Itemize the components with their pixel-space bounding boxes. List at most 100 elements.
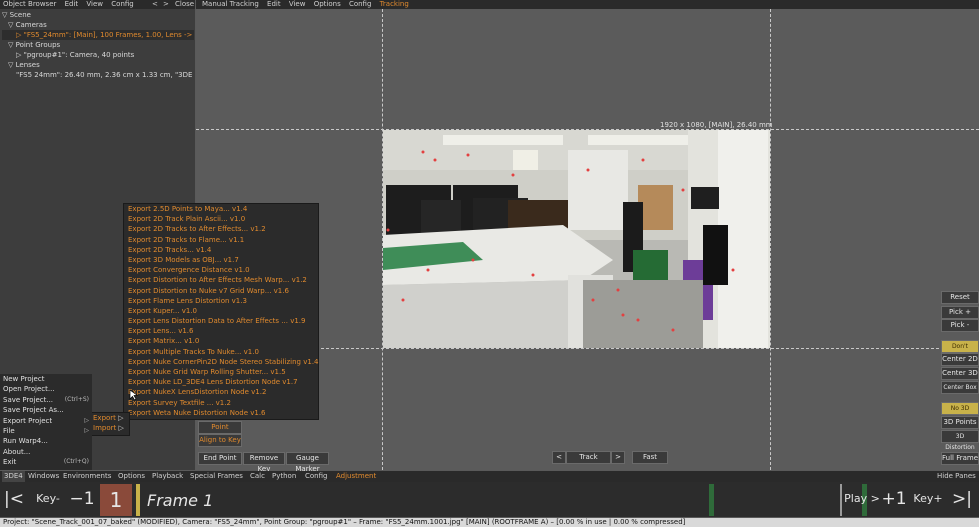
menu-options[interactable]: Options xyxy=(314,0,341,8)
export-menu-item[interactable]: Export 2D Tracks to Flame... v1.1 xyxy=(124,235,318,245)
file-menu-item[interactable]: File ▷ xyxy=(0,426,92,436)
center-3d-button[interactable]: Center 3D xyxy=(941,367,979,380)
export-menu-item[interactable]: Export 2.5D Points to Maya... v1.4 xyxy=(124,204,318,214)
tree-item[interactable]: ▽ Scene xyxy=(2,10,194,20)
main-menu-item[interactable]: Windows xyxy=(28,471,59,482)
file-menu-item-label: Open Project... xyxy=(3,385,55,394)
file-menu-shortcut: (Ctrl+Q) xyxy=(63,458,89,466)
export-menu-item[interactable]: Export Convergence Distance v1.0 xyxy=(124,265,318,275)
pick-plus-button[interactable]: Pick + xyxy=(941,306,979,319)
key-prev-button[interactable]: Key- xyxy=(32,487,64,511)
3d-points-button[interactable]: 3D Points xyxy=(941,416,979,429)
image-info: 1920 x 1080, [MAIN], 26.40 mm xyxy=(660,121,773,129)
file-menu-item[interactable]: Save Project... (Ctrl+S) xyxy=(0,395,92,405)
export-menu-item[interactable]: Export Nuke CornerPin2D Node Stereo Stab… xyxy=(124,357,319,367)
main-menu-item[interactable]: Options xyxy=(118,471,145,482)
track-backward-button[interactable]: < xyxy=(552,451,566,464)
export-menu-item[interactable]: Export Weta Nuke Distortion Node v1.6 xyxy=(124,408,318,418)
main-menu-item[interactable]: Special Frames xyxy=(190,471,243,482)
point-defaults-button[interactable]: Point Defaults xyxy=(198,421,242,442)
tree-item[interactable]: ▽ Lenses xyxy=(2,60,194,70)
export-menu-item[interactable]: Export Lens... v1.6 xyxy=(124,326,318,336)
close-button[interactable]: Close xyxy=(175,0,194,9)
scene-tree: ▽ Scene ▽ Cameras ▷ "FS5_24mm": [Main], 10… xyxy=(2,10,194,80)
export-menu-item[interactable]: Export Matrix... v1.0 xyxy=(124,336,318,346)
tree-item[interactable]: "FS5 24mm": 26.40 mm, 2.36 cm x 1.33 cm,… xyxy=(2,70,194,80)
3d-distortion-button[interactable]: 3D Distortion xyxy=(941,430,979,451)
file-menu-item[interactable]: Run Warp4... xyxy=(0,436,92,446)
tree-item[interactable]: ▽ Point Groups xyxy=(2,40,194,50)
main-menu-item[interactable]: Environments xyxy=(63,471,111,482)
tree-item[interactable]: ▽ Cameras xyxy=(2,20,194,30)
menu-tracking[interactable]: Tracking xyxy=(380,0,409,8)
main-menu-item[interactable]: Config xyxy=(305,471,327,482)
step-back-button[interactable]: −1 xyxy=(68,487,96,511)
track-button[interactable]: Track xyxy=(566,451,611,464)
main-menu-item[interactable]: Calc xyxy=(250,471,265,482)
menu-config[interactable]: Config xyxy=(111,0,133,8)
menu-view[interactable]: View xyxy=(289,0,306,8)
export-menu-item[interactable]: Export Nuke Grid Warp Rolling Shutter...… xyxy=(124,367,318,377)
center-box-button[interactable]: Center Box xyxy=(941,381,979,394)
current-frame-field[interactable]: 1 xyxy=(100,484,132,516)
step-forward-button[interactable]: +1 xyxy=(880,487,908,511)
play-button[interactable]: Play > xyxy=(844,487,880,511)
key-next-button[interactable]: Key+ xyxy=(912,487,944,511)
export-menu-item[interactable]: Export Survey Textfile ... v1.2 xyxy=(124,398,318,408)
reset-button[interactable]: Reset xyxy=(941,291,979,304)
center-2d-button[interactable]: Center 2D xyxy=(941,353,979,366)
track-forward-button[interactable]: > xyxy=(611,451,625,464)
nav-back-button[interactable]: < xyxy=(152,0,158,9)
file-menu-item[interactable]: Open Project... xyxy=(0,384,92,394)
export-menu-item[interactable]: Export 2D Tracks to After Effects... v1.… xyxy=(124,224,318,234)
fast-button[interactable]: Fast xyxy=(632,451,668,464)
export-menu-item[interactable]: Export Flame Lens Distortion v1.3 xyxy=(124,296,318,306)
tree-item[interactable]: ▷ "pgroup#1": Camera, 40 points xyxy=(2,50,194,60)
nav-forward-button[interactable]: > xyxy=(163,0,169,9)
mouse-cursor-icon xyxy=(129,389,139,401)
frame-marker xyxy=(136,484,140,516)
menu-object-browser[interactable]: Object Browser xyxy=(3,0,56,8)
export-menu-item[interactable]: Export NukeX LensDistortion Node v1.2 xyxy=(124,387,318,397)
export-menu-item[interactable]: Export Lens Distortion Data to After Eff… xyxy=(124,316,318,326)
export-menu-item[interactable]: Export Distortion to After Effects Mesh … xyxy=(124,275,318,285)
menu-item-export[interactable]: Export ▷ xyxy=(89,413,129,423)
export-menu-item[interactable]: Export Multiple Tracks To Nuke... v1.0 xyxy=(124,347,318,357)
menu-edit[interactable]: Edit xyxy=(267,0,281,8)
full-frame-button[interactable]: Full Frame xyxy=(941,452,979,465)
main-menu-item[interactable]: Python xyxy=(272,471,296,482)
gauge-marker-button[interactable]: Gauge Marker xyxy=(286,452,329,473)
export-menu-item[interactable]: Export 2D Track Plain Ascii... v1.0 xyxy=(124,214,318,224)
menu-edit[interactable]: Edit xyxy=(65,0,79,8)
hide-panes-button[interactable]: Hide Panes xyxy=(937,471,976,482)
menu-adjustment[interactable]: Adjustment xyxy=(336,471,376,482)
end-point-button[interactable]: End Point xyxy=(198,452,242,465)
pick-minus-button[interactable]: Pick - xyxy=(941,319,979,332)
file-menu-item-label: Save Project... xyxy=(3,395,54,404)
export-menu-item[interactable]: Export 2D Tracks... v1.4 xyxy=(124,245,318,255)
first-frame-button[interactable]: |< xyxy=(4,487,24,511)
file-menu-item[interactable]: Save Project As... xyxy=(0,405,92,415)
main-menu-item[interactable]: Playback xyxy=(152,471,183,482)
no-3d-points-button[interactable]: No 3D Points xyxy=(941,402,979,423)
file-menu-item[interactable]: Exit (Ctrl+Q) xyxy=(0,457,92,467)
menu-config[interactable]: Config xyxy=(349,0,371,8)
tree-item[interactable]: ▷ "FS5_24mm": [Main], 100 Frames, 1.00, … xyxy=(2,30,194,40)
export-menu-item[interactable]: Export Nuke LD_3DE4 Lens Distortion Node… xyxy=(124,377,318,387)
main-menu-item[interactable]: 3DE4 xyxy=(2,471,25,482)
menu-manual-tracking[interactable]: Manual Tracking xyxy=(202,0,259,8)
dont-center-button[interactable]: Don't Center xyxy=(941,340,979,361)
export-menu-item[interactable]: Export 3D Models as OBJ... v1.7 xyxy=(124,255,318,265)
export-menu-item[interactable]: Export Distortion to Nuke v7 Grid Warp..… xyxy=(124,286,318,296)
file-menu-item[interactable]: About... xyxy=(0,447,92,457)
file-menu-item[interactable]: New Project xyxy=(0,374,92,384)
camera-frame-image[interactable] xyxy=(383,130,770,348)
menu-item-import[interactable]: Import ▷ xyxy=(89,423,129,433)
last-frame-button[interactable]: >| xyxy=(951,487,973,511)
export-menu-item[interactable]: Export Kuper... v1.0 xyxy=(124,306,318,316)
export-scripts-menu: Export 2.5D Points to Maya... v1.4 Export… xyxy=(123,203,319,420)
align-to-key-button[interactable]: Align to Key xyxy=(198,434,242,447)
file-menu-item[interactable]: Export Project ▷ xyxy=(0,416,92,426)
remove-key-button[interactable]: Remove Key xyxy=(243,452,285,473)
menu-view[interactable]: View xyxy=(86,0,103,8)
